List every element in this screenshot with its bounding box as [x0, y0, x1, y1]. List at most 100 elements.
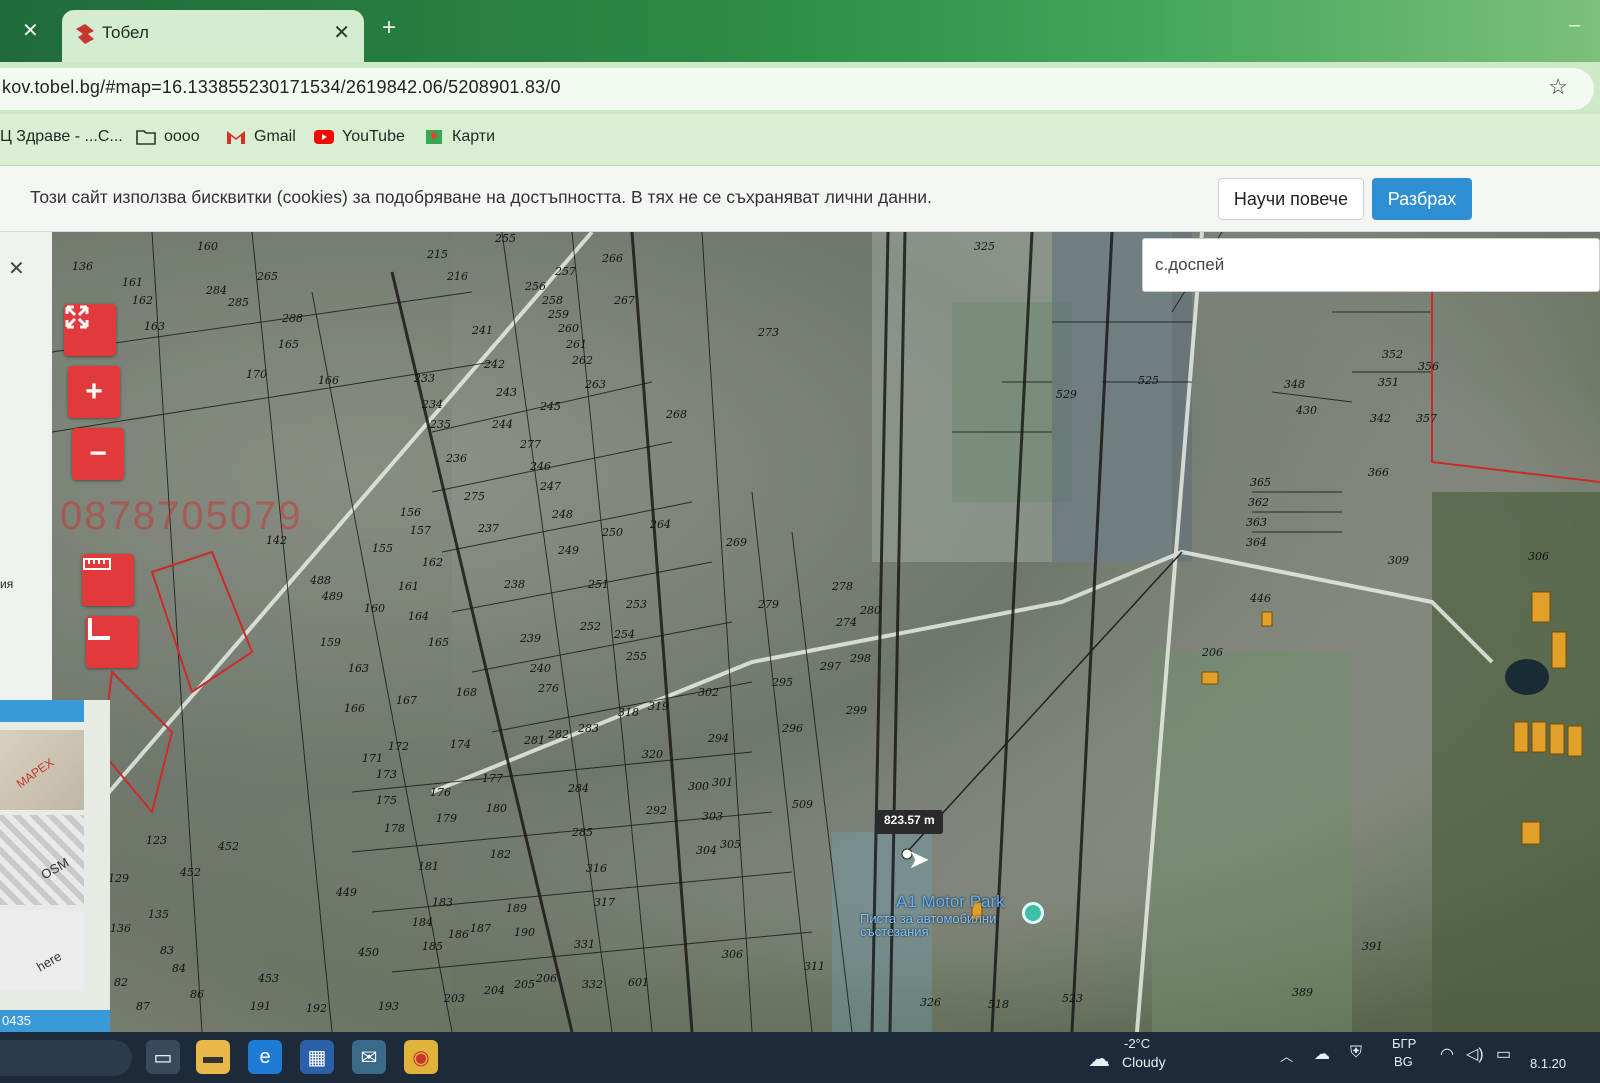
parcel-number[interactable]: 489 [322, 590, 343, 603]
parcel-number[interactable]: 262 [572, 354, 593, 367]
measure-area-button[interactable] [86, 616, 138, 668]
parcel-number[interactable]: 175 [376, 794, 397, 807]
parcel-number[interactable]: 247 [540, 480, 561, 493]
parcel-number[interactable]: 280 [860, 604, 881, 617]
parcel-number[interactable]: 166 [344, 702, 365, 715]
search-input[interactable] [1155, 255, 1575, 275]
parcel-number[interactable]: 264 [650, 518, 671, 531]
parcel-number[interactable]: 295 [772, 676, 793, 689]
parcel-number[interactable]: 523 [1062, 992, 1083, 1005]
parcel-number[interactable]: 273 [758, 326, 779, 339]
basemap-thumb-here[interactable]: here [0, 910, 84, 990]
basemap-thumb-mapex[interactable]: МАРЕХ [0, 730, 84, 810]
parcel-number[interactable]: 255 [626, 650, 647, 663]
weather-temp[interactable]: -2°C [1124, 1036, 1150, 1051]
store-icon[interactable]: ▦ [300, 1040, 334, 1074]
parcel-number[interactable]: 240 [530, 662, 551, 675]
parcel-number[interactable]: 233 [414, 372, 435, 385]
parcel-number[interactable]: 165 [278, 338, 299, 351]
parcel-number[interactable]: 529 [1056, 388, 1077, 401]
parcel-number[interactable]: 174 [450, 738, 471, 751]
parcel-number[interactable]: 364 [1246, 536, 1267, 549]
parcel-number[interactable]: 84 [172, 962, 186, 975]
parcel-number[interactable]: 136 [72, 260, 93, 273]
parcel-number[interactable]: 298 [850, 652, 871, 665]
parcel-number[interactable]: 365 [1250, 476, 1271, 489]
parcel-number[interactable]: 186 [448, 928, 469, 941]
parcel-number[interactable]: 296 [782, 722, 803, 735]
parcel-number[interactable]: 288 [282, 312, 303, 325]
parcel-number[interactable]: 83 [160, 944, 174, 957]
location-search[interactable] [1142, 238, 1600, 292]
parcel-number[interactable]: 205 [514, 978, 535, 991]
parcel-number[interactable]: 351 [1378, 376, 1399, 389]
parcel-number[interactable]: 164 [408, 610, 429, 623]
parcel-number[interactable]: 281 [524, 734, 545, 747]
parcel-number[interactable]: 284 [568, 782, 589, 795]
parcel-number[interactable]: 452 [218, 840, 239, 853]
language-top[interactable]: БГР [1392, 1036, 1416, 1051]
parcel-number[interactable]: 449 [336, 886, 357, 899]
parcel-number[interactable]: 256 [525, 280, 546, 293]
parcel-number[interactable]: 306 [1528, 550, 1549, 563]
parcel-number[interactable]: 248 [552, 508, 573, 521]
security-shield-icon[interactable]: ⛨ [1350, 1044, 1362, 1062]
parcel-number[interactable]: 260 [558, 322, 579, 335]
parcel-number[interactable]: 173 [376, 768, 397, 781]
parcel-number[interactable]: 191 [250, 1000, 271, 1013]
parcel-number[interactable]: 301 [712, 776, 733, 789]
parcel-number[interactable]: 181 [418, 860, 439, 873]
edge-icon[interactable]: e [248, 1040, 282, 1074]
parcel-number[interactable]: 342 [1370, 412, 1391, 425]
close-panel-icon[interactable]: ✕ [8, 256, 25, 281]
parcel-number[interactable]: 453 [258, 972, 279, 985]
parcel-number[interactable]: 348 [1284, 378, 1305, 391]
parcel-number[interactable]: 160 [197, 240, 218, 253]
weather-desc[interactable]: Cloudy [1122, 1054, 1166, 1070]
parcel-number[interactable]: 446 [1250, 592, 1271, 605]
parcel-number[interactable]: 266 [602, 252, 623, 265]
parcel-number[interactable]: 300 [688, 780, 709, 793]
parcel-number[interactable]: 179 [436, 812, 457, 825]
parcel-number[interactable]: 178 [384, 822, 405, 835]
parcel-number[interactable]: 261 [566, 338, 587, 351]
parcel-number[interactable]: 601 [628, 976, 649, 989]
parcel-number[interactable]: 269 [726, 536, 747, 549]
bookmark-maps[interactable]: Карти [424, 128, 495, 146]
parcel-number[interactable]: 285 [228, 296, 249, 309]
measure-distance-button[interactable] [82, 554, 134, 606]
parcel-number[interactable]: 216 [447, 270, 468, 283]
parcel-number[interactable]: 184 [412, 916, 433, 929]
bookmark-health[interactable]: Ц Здраве - ...С... [0, 128, 123, 146]
parcel-number[interactable]: 180 [486, 802, 507, 815]
parcel-number[interactable]: 305 [720, 838, 741, 851]
parcel-number[interactable]: 163 [348, 662, 369, 675]
parcel-number[interactable]: 332 [582, 978, 603, 991]
volume-icon[interactable]: ◁) [1466, 1044, 1484, 1064]
parcel-number[interactable]: 135 [148, 908, 169, 921]
parcel-number[interactable]: 168 [456, 686, 477, 699]
parcel-number[interactable]: 277 [520, 438, 541, 451]
parcel-number[interactable]: 176 [430, 786, 451, 799]
close-icon[interactable]: ✕ [22, 18, 39, 43]
parcel-number[interactable]: 172 [388, 740, 409, 753]
parcel-number[interactable]: 255 [495, 232, 516, 245]
parcel-number[interactable]: 518 [988, 998, 1009, 1011]
chevron-up-icon[interactable]: ︿ [1280, 1046, 1293, 1065]
parcel-number[interactable]: 167 [396, 694, 417, 707]
parcel-number[interactable]: 177 [482, 772, 503, 785]
parcel-number[interactable]: 391 [1362, 940, 1383, 953]
parcel-number[interactable]: 155 [372, 542, 393, 555]
parcel-number[interactable]: 326 [920, 996, 941, 1009]
parcel-number[interactable]: 297 [820, 660, 841, 673]
url-text[interactable]: kov.tobel.bg/#map=16.133855230171534/261… [2, 77, 561, 98]
parcel-number[interactable]: 352 [1382, 348, 1403, 361]
parcel-number[interactable]: 389 [1292, 986, 1313, 999]
mail-icon[interactable]: ✉ [352, 1040, 386, 1074]
parcel-number[interactable]: 190 [514, 926, 535, 939]
parcel-number[interactable]: 316 [586, 862, 607, 875]
parcel-number[interactable]: 193 [378, 1000, 399, 1013]
parcel-number[interactable]: 171 [362, 752, 383, 765]
parcel-number[interactable]: 183 [432, 896, 453, 909]
parcel-number[interactable]: 192 [306, 1002, 327, 1015]
